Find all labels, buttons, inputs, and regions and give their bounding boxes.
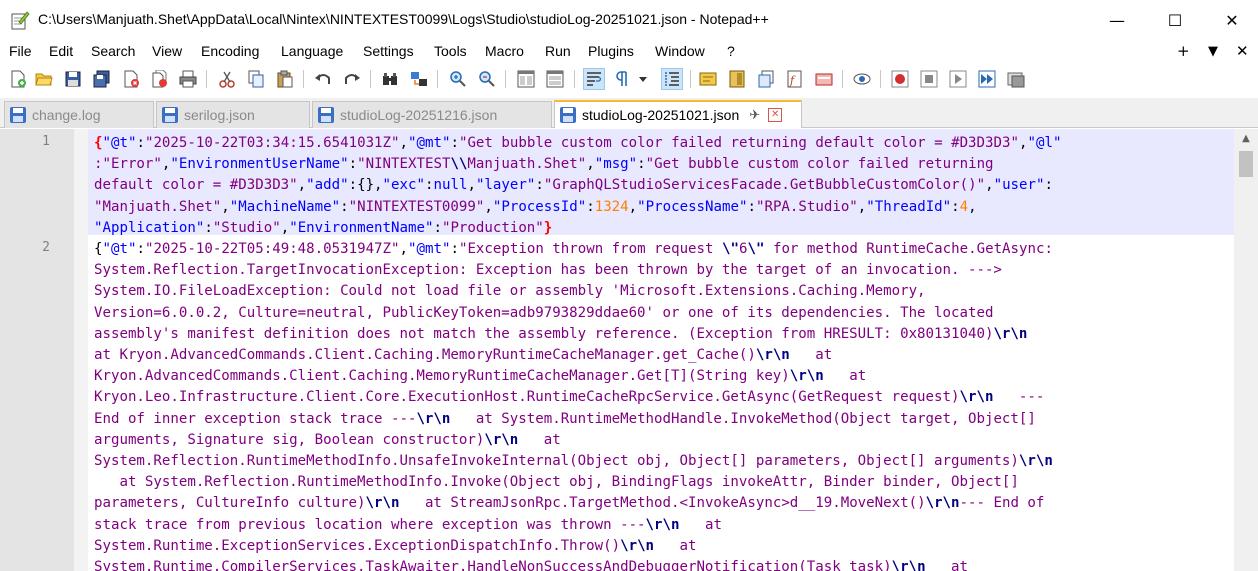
monitoring-icon[interactable] — [852, 69, 872, 89]
code-text: {"@t":"2025-10-22T03:34:15.6541031Z","@m… — [94, 135, 1062, 571]
user-language-icon[interactable] — [698, 69, 718, 89]
tab-list-dropdown-button[interactable]: ▼ — [1208, 44, 1218, 59]
tab-label: studioLog-20251021.json — [582, 107, 740, 123]
menu-language[interactable]: Language — [281, 43, 343, 59]
close-document-button[interactable]: ✕ — [1236, 42, 1249, 60]
toolbar-separator — [690, 70, 691, 88]
toolbar-separator — [303, 70, 304, 88]
scrollbar-thumb[interactable] — [1239, 151, 1253, 177]
print-icon[interactable] — [178, 69, 198, 89]
save-all-icon[interactable] — [92, 69, 112, 89]
tab-label: change.log — [32, 107, 101, 123]
pin-icon[interactable]: ✈ — [749, 108, 760, 123]
minimize-icon: — — [1109, 10, 1125, 30]
paste-icon[interactable] — [275, 69, 295, 89]
find-icon[interactable] — [380, 69, 400, 89]
toolbar-separator — [370, 70, 371, 88]
floppy-icon — [318, 107, 334, 123]
maximize-icon: ☐ — [1167, 10, 1183, 30]
tab-change-log[interactable]: change.log — [4, 101, 154, 128]
stop-macro-icon[interactable] — [919, 69, 939, 89]
tab-studiolog-20251216[interactable]: studioLog-20251216.json — [312, 101, 552, 128]
close-window-button[interactable]: ✕ — [1203, 0, 1258, 40]
function-list-icon[interactable]: f — [785, 69, 805, 89]
toolbar-separator — [574, 70, 575, 88]
line-number: 1 — [42, 134, 50, 149]
title-bar: C:\Users\Manjuath.Shet\AppData\Local\Nin… — [0, 0, 1258, 40]
menu-encoding[interactable]: Encoding — [201, 43, 259, 59]
copy-icon[interactable] — [246, 69, 266, 89]
tab-serilog-json[interactable]: serilog.json — [156, 101, 310, 128]
redo-icon[interactable] — [342, 69, 362, 89]
tab-label: serilog.json — [184, 107, 255, 123]
code-area[interactable]: {"@t":"2025-10-22T03:34:15.6541031Z","@m… — [88, 129, 1234, 571]
new-file-icon[interactable] — [8, 69, 28, 89]
line-number: 2 — [42, 240, 50, 255]
record-macro-icon[interactable] — [890, 69, 910, 89]
toolbar-separator — [842, 70, 843, 88]
vertical-scrollbar[interactable]: ▲ — [1234, 129, 1258, 571]
word-wrap-icon[interactable] — [583, 68, 605, 90]
menu-plugins[interactable]: Plugins — [588, 43, 634, 59]
zoom-in-icon[interactable] — [448, 69, 468, 89]
zoom-out-icon[interactable] — [477, 69, 497, 89]
minimize-button[interactable]: — — [1088, 0, 1146, 40]
floppy-icon — [560, 107, 576, 123]
fold-margin[interactable] — [74, 129, 88, 571]
tab-studiolog-20251021[interactable]: studioLog-20251021.json ✈ ✕ — [554, 100, 802, 128]
document-map-icon[interactable] — [727, 69, 747, 89]
toolbar-separator — [437, 70, 438, 88]
floppy-icon — [162, 107, 178, 123]
notepad-plus-plus-icon — [11, 11, 30, 30]
menu-help[interactable]: ? — [727, 43, 735, 59]
menu-window[interactable]: Window — [655, 43, 705, 59]
save-macro-icon[interactable] — [1006, 69, 1026, 89]
save-icon[interactable] — [63, 69, 83, 89]
menu-settings[interactable]: Settings — [363, 43, 414, 59]
editor[interactable]: 1 2 {"@t":"2025-10-22T03:34:15.6541031Z"… — [0, 129, 1258, 571]
floppy-icon — [10, 107, 26, 123]
tab-label: studioLog-20251216.json — [340, 107, 498, 123]
indent-guide-icon[interactable] — [661, 68, 683, 90]
open-file-icon[interactable] — [34, 69, 54, 89]
tab-close-icon[interactable]: ✕ — [768, 108, 783, 122]
show-all-chars-icon[interactable] — [613, 69, 633, 89]
dropdown-icon[interactable] — [637, 69, 649, 89]
document-list-icon[interactable] — [756, 69, 776, 89]
toolbar-separator — [505, 70, 506, 88]
run-macro-multiple-icon[interactable] — [977, 69, 997, 89]
window-title: C:\Users\Manjuath.Shet\AppData\Local\Nin… — [38, 11, 769, 27]
menu-macro[interactable]: Macro — [485, 43, 524, 59]
menu-file[interactable]: File — [9, 43, 32, 59]
close-all-icon[interactable] — [150, 69, 170, 89]
sync-horizontal-icon[interactable] — [545, 69, 565, 89]
close-file-icon[interactable] — [121, 69, 141, 89]
toolbar-separator — [206, 70, 207, 88]
toolbar-separator — [880, 70, 881, 88]
replace-icon[interactable] — [409, 69, 429, 89]
menu-run[interactable]: Run — [545, 43, 571, 59]
scroll-up-icon[interactable]: ▲ — [1234, 133, 1258, 149]
sync-vertical-icon[interactable] — [516, 69, 536, 89]
cut-icon[interactable] — [217, 69, 237, 89]
menu-search[interactable]: Search — [91, 43, 135, 59]
menu-bar: File Edit Search View Encoding Language … — [0, 40, 1258, 64]
menu-view[interactable]: View — [152, 43, 182, 59]
menu-edit[interactable]: Edit — [49, 43, 73, 59]
play-macro-icon[interactable] — [948, 69, 968, 89]
undo-icon[interactable] — [313, 69, 333, 89]
maximize-button[interactable]: ☐ — [1146, 0, 1204, 40]
new-tab-plus-button[interactable]: + — [1177, 42, 1190, 60]
folder-workspace-icon[interactable] — [814, 69, 834, 89]
menu-tools[interactable]: Tools — [434, 43, 467, 59]
line-number-gutter: 1 2 — [0, 129, 74, 571]
toolbar: f — [0, 64, 1258, 94]
tab-bar: change.log serilog.json studioLog-202512… — [0, 98, 1258, 128]
close-icon: ✕ — [1225, 10, 1239, 30]
